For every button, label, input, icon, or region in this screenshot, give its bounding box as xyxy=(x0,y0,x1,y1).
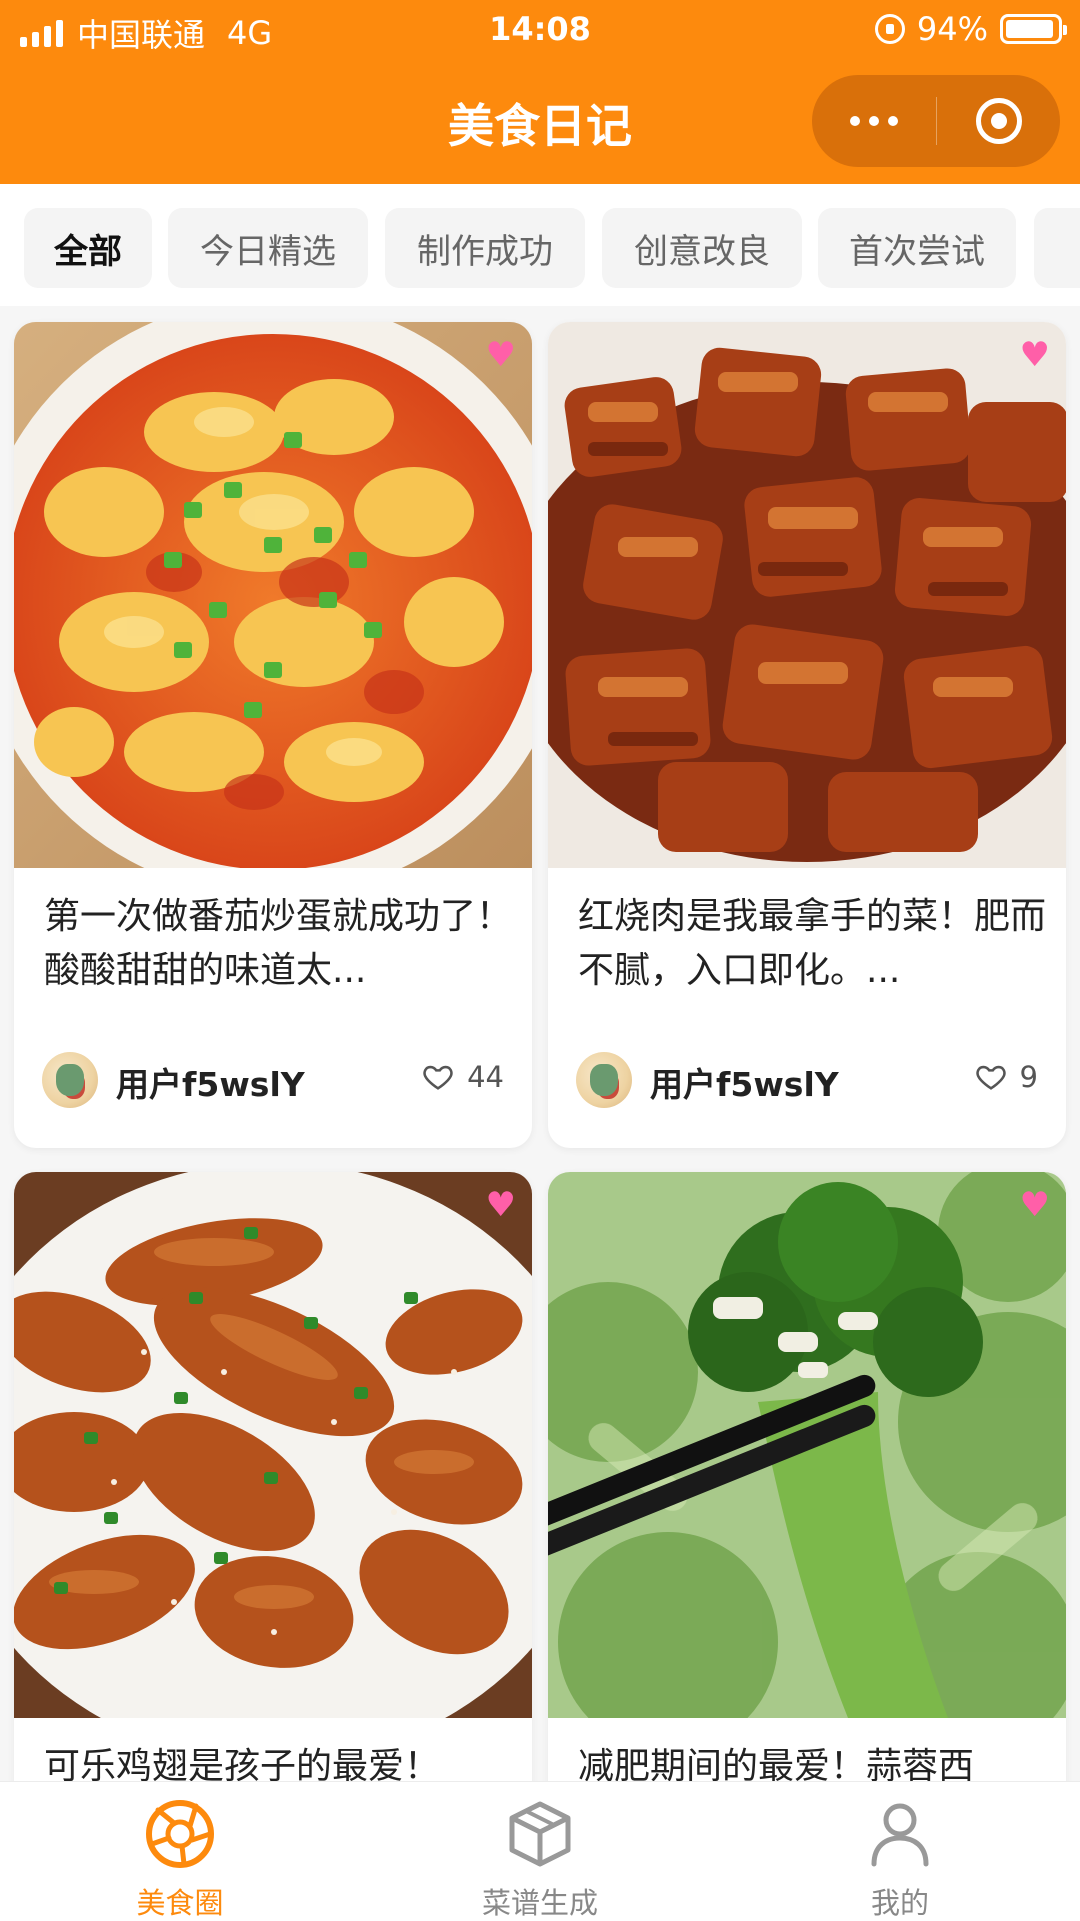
nav-label: 菜谱生成 xyxy=(481,1886,598,1920)
heart-outline-icon xyxy=(423,1065,453,1090)
like-button[interactable]: 44 xyxy=(421,1060,504,1094)
like-button[interactable]: 9 xyxy=(974,1060,1038,1094)
post-image-garlic-broccoli: ♥ xyxy=(548,1172,1066,1718)
tab-label: 制作成功 xyxy=(417,231,553,272)
post-image-braised-pork: ♥ xyxy=(548,322,1066,868)
nav-recipe-generate[interactable]: 菜谱生成 xyxy=(420,1782,660,1921)
sparkle-heart-icon: ♥ xyxy=(485,1185,516,1225)
battery-percent: 94% xyxy=(916,10,988,48)
status-bar: 中国联通 4G 14:08 94% xyxy=(0,0,1080,60)
avatar[interactable] xyxy=(42,1052,98,1108)
cube-icon xyxy=(509,1801,571,1867)
tab-more[interactable] xyxy=(1034,208,1080,288)
post-card[interactable]: ♥ 第一次做番茄炒蛋就成功了！酸酸甜甜的味道太... 用户f5wslY 44 xyxy=(14,322,532,1148)
category-tabs: 全部 今日精选 制作成功 创意改良 首次尝试 xyxy=(0,184,1080,306)
post-footer: 用户f5wslY 9 xyxy=(576,1048,1038,1112)
person-icon xyxy=(871,1803,929,1867)
post-image-tomato-egg: ♥ xyxy=(14,322,532,868)
like-count: 9 xyxy=(1019,1060,1038,1094)
nav-food-circle[interactable]: 美食圈 xyxy=(60,1782,300,1921)
sparkle-heart-icon: ♥ xyxy=(485,335,516,375)
tab-today-picks[interactable]: 今日精选 xyxy=(168,208,368,288)
author-name[interactable]: 用户f5wslY xyxy=(116,1058,305,1106)
post-title: 红烧肉是我最拿手的菜！肥而不腻，入口即化。... xyxy=(578,896,1047,991)
heart-outline-icon xyxy=(975,1065,1006,1090)
rotation-lock-icon xyxy=(874,14,905,44)
app-header: 中国联通 4G 14:08 94% 美食日记 xyxy=(0,0,1080,184)
nav-label: 美食圈 xyxy=(136,1886,224,1920)
tab-label: 首次尝试 xyxy=(849,231,985,272)
author-name[interactable]: 用户f5wslY xyxy=(650,1058,839,1106)
post-footer: 用户f5wslY 44 xyxy=(42,1048,504,1112)
tab-label: 创意改良 xyxy=(634,231,770,272)
tab-first-try[interactable]: 首次尝试 xyxy=(818,208,1016,288)
sparkle-heart-icon: ♥ xyxy=(1019,1185,1050,1225)
tab-label: 全部 xyxy=(54,231,122,272)
bottom-nav: 美食圈 菜谱生成 我的 xyxy=(0,1781,1080,1921)
post-image-cola-wings: ♥ xyxy=(14,1172,532,1718)
battery-icon xyxy=(1000,14,1067,44)
post-title: 第一次做番茄炒蛋就成功了！酸酸甜甜的味道太... xyxy=(44,896,513,991)
mini-program-capsule xyxy=(812,75,1060,167)
target-circle-icon[interactable] xyxy=(937,75,1060,167)
tab-all[interactable]: 全部 xyxy=(24,208,152,288)
avatar[interactable] xyxy=(576,1052,632,1108)
more-dots-icon[interactable] xyxy=(812,75,936,167)
battery-level xyxy=(1006,20,1053,38)
post-card[interactable]: ♥ 红烧肉是我最拿手的菜！肥而不腻，入口即化。... 用户f5wslY 9 xyxy=(548,322,1066,1148)
nav-label: 我的 xyxy=(870,1886,929,1920)
like-count: 44 xyxy=(467,1060,504,1094)
tab-label: 今日精选 xyxy=(200,231,336,272)
sparkle-heart-icon: ♥ xyxy=(1019,335,1050,375)
camera-aperture-icon xyxy=(146,1800,214,1868)
nav-mine[interactable]: 我的 xyxy=(780,1782,1020,1921)
tab-creative[interactable]: 创意改良 xyxy=(602,208,802,288)
tab-success[interactable]: 制作成功 xyxy=(385,208,585,288)
